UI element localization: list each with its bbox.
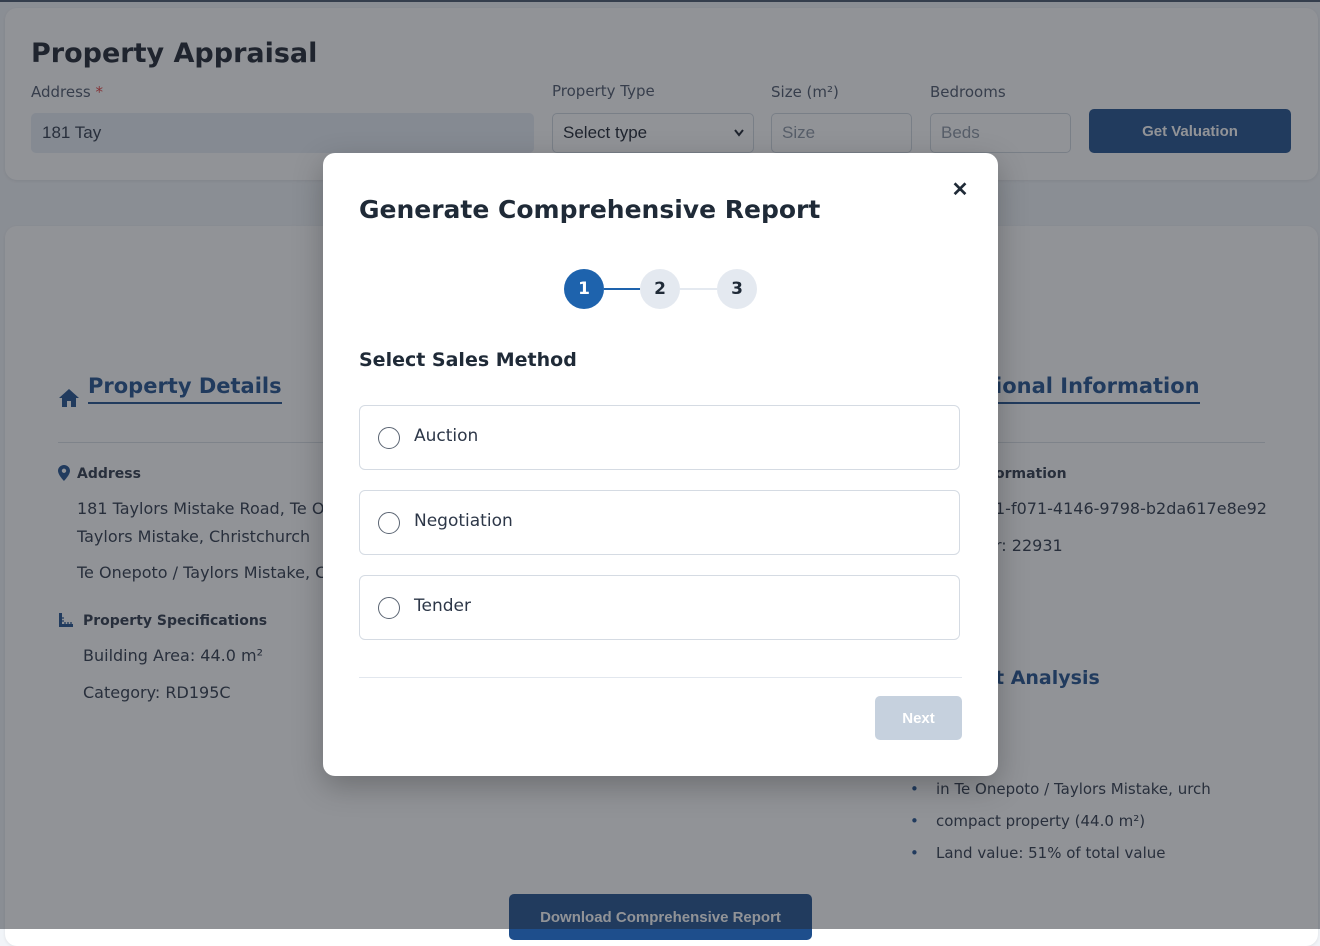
step-indicator-1: 1 [564, 269, 604, 309]
step-connector [680, 288, 717, 290]
option-auction[interactable]: Auction [359, 405, 960, 470]
step-indicator-3: 3 [717, 269, 757, 309]
option-label: Tender [414, 596, 471, 616]
modal-title: Generate Comprehensive Report [359, 195, 821, 224]
next-button[interactable]: Next [875, 696, 962, 740]
radio-button[interactable] [378, 427, 400, 449]
modal-divider [359, 677, 962, 678]
option-tender[interactable]: Tender [359, 575, 960, 640]
section-subtitle: Select Sales Method [359, 349, 577, 371]
step-connector [604, 288, 640, 290]
step-indicator-2: 2 [640, 269, 680, 309]
option-label: Negotiation [414, 511, 513, 531]
radio-button[interactable] [378, 597, 400, 619]
option-label: Auction [414, 426, 479, 446]
report-modal: Generate Comprehensive Report ✕ 1 2 3 Se… [323, 153, 998, 776]
option-negotiation[interactable]: Negotiation [359, 490, 960, 555]
radio-button[interactable] [378, 512, 400, 534]
close-icon[interactable]: ✕ [949, 177, 971, 201]
